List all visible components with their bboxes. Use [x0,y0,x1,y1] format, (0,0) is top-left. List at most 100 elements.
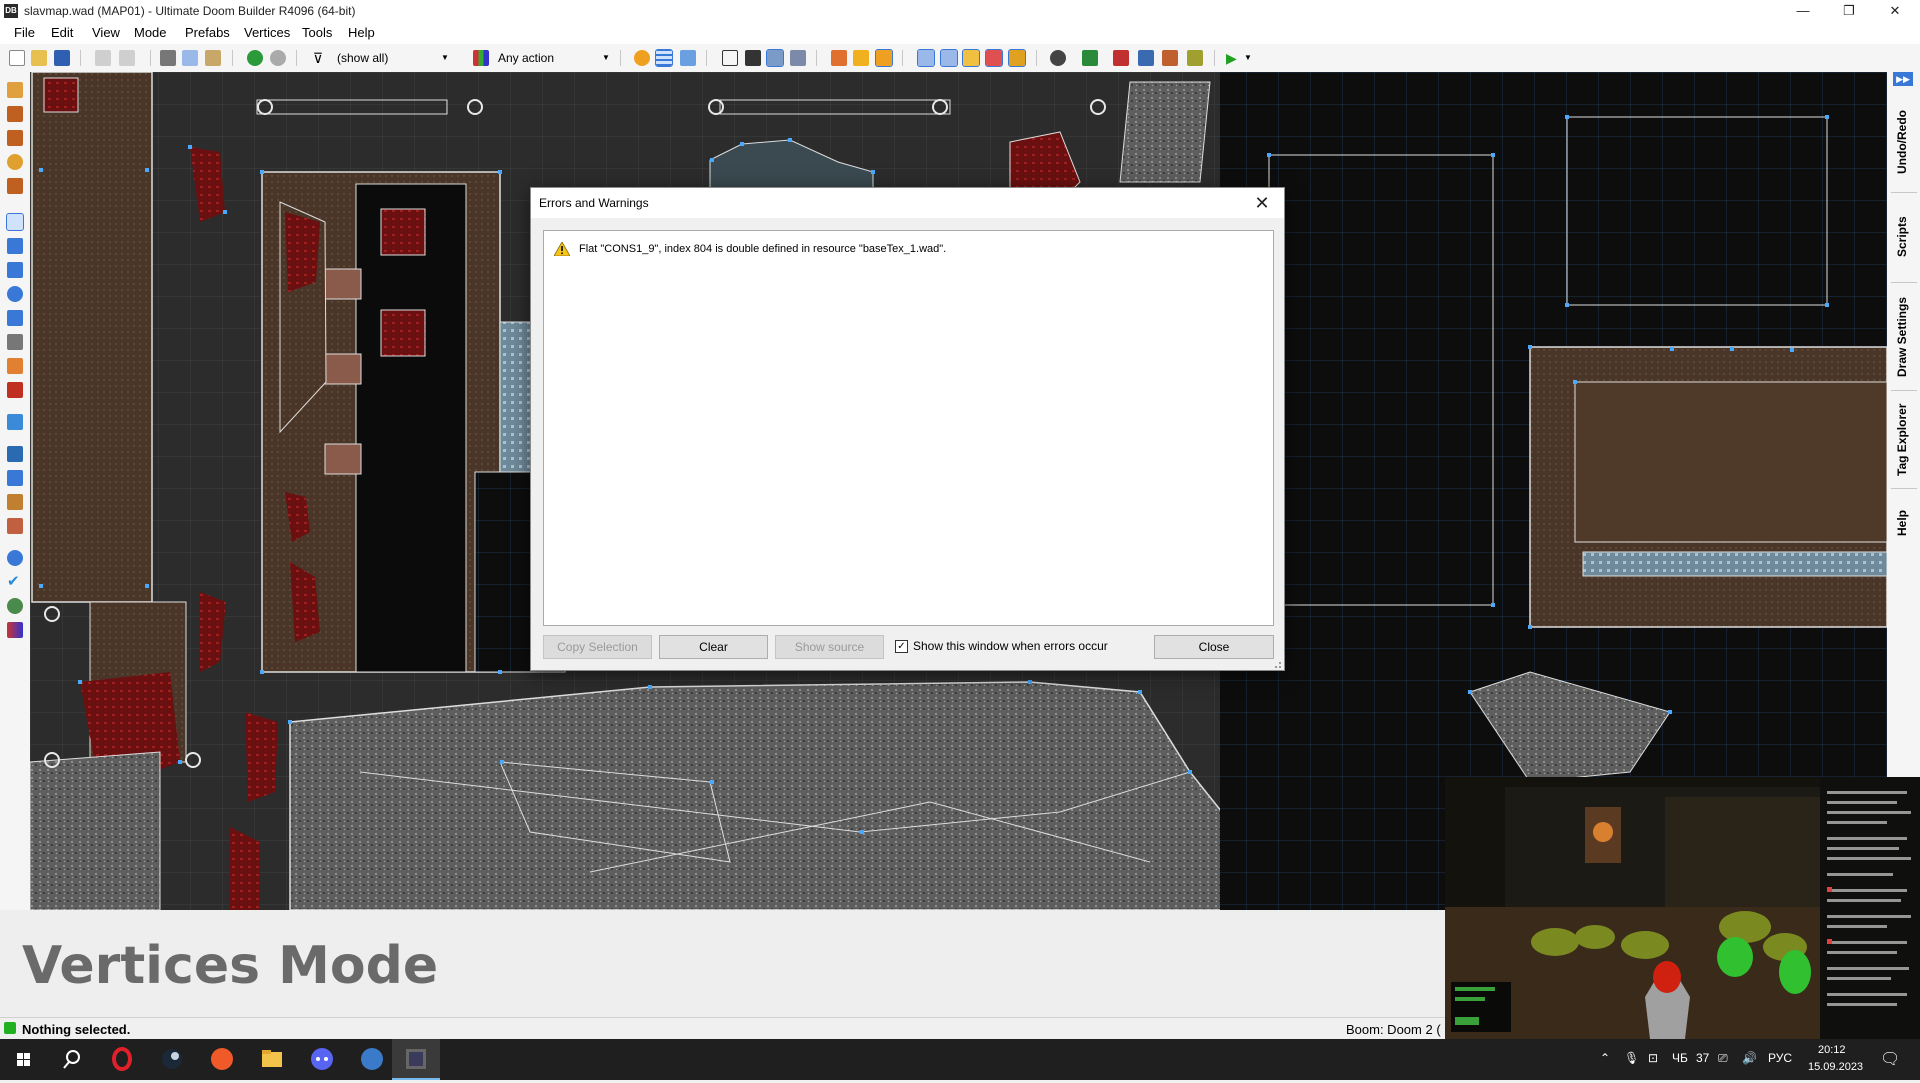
clock-time[interactable]: 20:12 [1818,1044,1846,1056]
find-replace-icon[interactable] [7,550,23,566]
close-window-button[interactable]: ✕ [1872,0,1918,22]
network-icon[interactable]: ⊡ [1648,1051,1658,1065]
join-icon[interactable] [853,50,869,66]
new-map-icon[interactable] [9,50,25,66]
tab-tag-explorer[interactable]: Tag Explorer [1895,400,1915,480]
snap-icon[interactable] [680,50,696,66]
expand-docker-icon[interactable]: ▶▶ [1893,72,1913,86]
draw-grid-icon[interactable] [7,178,23,194]
lightbulb-icon[interactable] [1050,50,1066,66]
redo-icon[interactable] [119,50,135,66]
linedefs-mode-icon[interactable] [7,238,23,254]
show-on-errors-checkbox[interactable]: ✓ [895,640,908,653]
action-dropdown[interactable]: Any action ▼ [498,48,610,68]
plugin-icon[interactable] [7,622,23,638]
things-mode-icon[interactable] [7,286,23,302]
error-list[interactable]: Flat "CONS1_9", index 804 is double defi… [543,230,1274,626]
slope-icon[interactable] [7,446,23,462]
view-normal-icon[interactable] [722,50,738,66]
list-item[interactable]: Flat "CONS1_9", index 804 is double defi… [544,239,1273,259]
visual-mode-icon[interactable] [7,382,23,398]
prefab-icon[interactable] [270,50,286,66]
tab-draw-settings[interactable]: Draw Settings [1895,292,1915,382]
grid-setup-icon[interactable] [917,49,935,67]
bridge-icon[interactable] [7,518,23,534]
steam-taskbar-item[interactable] [148,1039,196,1080]
sky-icon[interactable] [1138,50,1154,66]
cut-icon[interactable] [160,50,176,66]
ea-taskbar-item[interactable] [198,1039,246,1080]
list-icon[interactable] [940,49,958,67]
menu-view[interactable]: View [92,25,120,40]
tab-undo-redo[interactable]: Undo/Redo [1895,102,1915,182]
sectors-mode-icon[interactable] [7,262,23,278]
menu-tools[interactable]: Tools [302,25,332,40]
opera-taskbar-item[interactable] [98,1039,146,1080]
minimize-button[interactable]: — [1780,0,1826,22]
edit-selection-icon[interactable] [7,494,23,510]
microphone-icon[interactable]: 🎙 [1624,1051,1639,1065]
merge-icon[interactable] [831,50,847,66]
sound-propagation-icon[interactable] [7,334,23,350]
close-button[interactable]: Close [1154,635,1274,659]
3d-floor-icon[interactable] [7,414,23,430]
draw-curve-icon[interactable] [7,106,23,122]
view-brightness-icon[interactable] [745,50,761,66]
play-icon[interactable]: ▶ [1226,50,1242,66]
view-floors-icon[interactable] [766,49,784,67]
test-icon[interactable] [1008,49,1026,67]
dialog-close-icon[interactable]: ✕ [1247,190,1277,216]
draw-lines-icon[interactable] [7,82,23,98]
start-button[interactable] [0,1039,48,1080]
tag-action-icon[interactable] [473,50,489,66]
clock-date[interactable]: 15.09.2023 [1808,1061,1863,1073]
draw-ellipse-icon[interactable] [7,154,23,170]
monitor-icon[interactable]: ⎚ [1718,1051,1728,1066]
notifications-icon[interactable]: 🗨 [1880,1049,1900,1069]
search-button[interactable] [48,1039,96,1080]
tab-help[interactable]: Help [1895,498,1915,548]
chevron-down-icon[interactable]: ▼ [1244,50,1260,66]
resize-grip-icon[interactable] [1271,658,1281,668]
doom-builder-taskbar-item[interactable] [392,1039,440,1080]
menu-vertices[interactable]: Vertices [244,25,290,40]
event-icon[interactable] [1162,50,1178,66]
sound-icon[interactable] [1187,50,1203,66]
move-icon[interactable] [7,470,23,486]
grid-icon[interactable] [655,49,673,67]
view-ceilings-icon[interactable] [790,50,806,66]
resource-icon[interactable] [985,49,1003,67]
make-sectors-icon[interactable] [7,310,23,326]
draw-rectangle-icon[interactable] [7,130,23,146]
show-hidden-icons[interactable]: ⌃ [1600,1051,1610,1065]
file-explorer-taskbar-item[interactable] [248,1039,296,1080]
copy-selection-button[interactable]: Copy Selection [543,635,652,659]
sound-environment-icon[interactable] [7,358,23,374]
filter-dropdown[interactable]: (show all) ▼ [337,48,457,68]
filter-icon[interactable]: ⊽ [310,50,326,66]
menu-help[interactable]: Help [348,25,375,40]
copy-icon[interactable] [182,50,198,66]
vertices-mode-icon[interactable] [6,213,24,231]
restore-button[interactable]: ❐ [1826,0,1872,22]
clear-button[interactable]: Clear [659,635,768,659]
menu-mode[interactable]: Mode [134,25,167,40]
undo-icon[interactable] [95,50,111,66]
menu-file[interactable]: File [14,25,35,40]
menu-prefabs[interactable]: Prefabs [185,25,230,40]
discord-taskbar-item[interactable] [298,1039,346,1080]
models-icon[interactable] [1113,50,1129,66]
insert-prefab-icon[interactable] [247,50,263,66]
save-map-icon[interactable] [54,50,70,66]
show-on-errors-label[interactable]: Show this window when errors occur [913,639,1108,653]
qbittorrent-taskbar-item[interactable] [348,1039,396,1080]
open-map-icon[interactable] [31,50,47,66]
brightness-icon[interactable] [634,50,650,66]
volume-icon[interactable]: 🔊 [1742,1051,1757,1065]
paste-icon[interactable] [205,50,221,66]
color-picker-icon[interactable] [7,598,23,614]
things-icon[interactable] [1082,50,1098,66]
tab-scripts[interactable]: Scripts [1895,202,1915,272]
overlap-icon[interactable] [875,49,893,67]
language-indicator[interactable]: РУС [1768,1051,1792,1065]
